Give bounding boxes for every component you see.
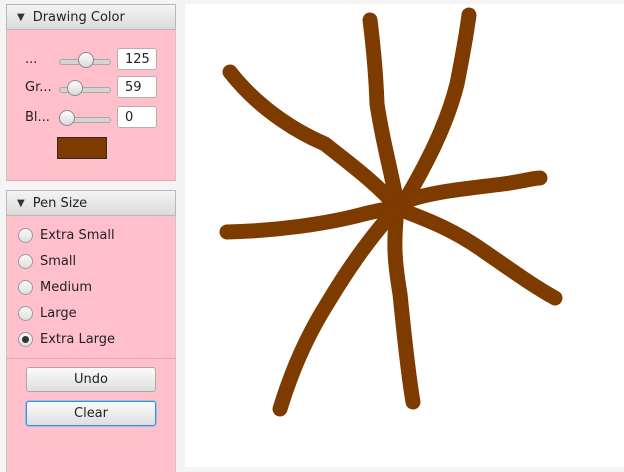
control-sidebar: ▼ Drawing Color ... Gr... Bl... ▼ Pen Si… [0, 0, 178, 472]
red-slider-label: ... [25, 52, 38, 67]
radio-circle-icon[interactable] [18, 279, 33, 295]
radio-circle-icon[interactable] [18, 227, 33, 243]
brush-stroke [272, 204, 401, 417]
radio-circle-icon[interactable] [18, 331, 33, 347]
collapse-triangle-icon: ▼ [17, 11, 25, 23]
pane-divider [6, 180, 176, 181]
clear-button[interactable]: Clear [26, 401, 156, 426]
pen-size-option-label: Extra Large [40, 331, 116, 347]
freehand-strokes [219, 7, 563, 417]
red-slider-thumb[interactable] [78, 52, 94, 68]
brush-stroke [387, 202, 421, 410]
blue-value-field[interactable] [117, 106, 157, 128]
brush-stroke [392, 7, 477, 217]
radio-circle-icon[interactable] [18, 253, 33, 269]
drawing-color-header[interactable]: ▼ Drawing Color [6, 4, 176, 30]
color-swatch [57, 137, 107, 159]
pen-size-header[interactable]: ▼ Pen Size [6, 190, 176, 216]
pen-size-option[interactable]: Small [18, 251, 76, 271]
pen-size-option[interactable]: Large [18, 303, 77, 323]
drawing-canvas[interactable] [185, 4, 624, 467]
collapse-triangle-icon: ▼ [17, 197, 25, 209]
blue-slider-row: Bl... [19, 106, 169, 130]
pen-size-option[interactable]: Extra Small [18, 225, 115, 245]
green-slider-label: Gr... [25, 80, 52, 95]
green-slider-thumb[interactable] [67, 80, 83, 96]
blue-slider-label: Bl... [25, 110, 50, 125]
red-value-field[interactable] [117, 48, 157, 70]
red-slider-row: ... [19, 48, 169, 72]
brush-stroke [391, 201, 563, 306]
pen-size-option[interactable]: Medium [18, 277, 92, 297]
drawing-surface[interactable] [185, 4, 624, 467]
pen-size-option-label: Large [40, 305, 77, 321]
green-slider-row: Gr... [19, 76, 169, 100]
pen-size-option-label: Small [40, 253, 77, 269]
drawing-color-title: Drawing Color [32, 9, 125, 25]
undo-button[interactable]: Undo [26, 367, 156, 392]
blue-slider-thumb[interactable] [59, 110, 75, 126]
pane-divider [6, 358, 176, 359]
pen-size-option-selected[interactable]: Extra Large [18, 329, 115, 349]
pen-size-option-label: Medium [40, 279, 92, 295]
green-value-field[interactable] [117, 76, 157, 98]
radio-circle-icon[interactable] [18, 305, 33, 321]
pen-size-title: Pen Size [32, 195, 88, 211]
pen-size-option-label: Extra Small [40, 227, 115, 243]
